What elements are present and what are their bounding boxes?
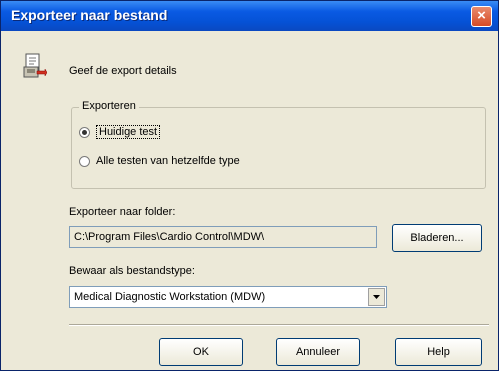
close-button[interactable]: × (471, 6, 492, 27)
folder-label: Exporteer naar folder: (69, 206, 176, 218)
ok-button[interactable]: OK (159, 338, 243, 366)
browse-button[interactable]: Bladeren... (392, 224, 482, 252)
export-document-icon (23, 53, 47, 78)
help-button[interactable]: Help (395, 338, 482, 366)
radio-label: Huidige test (96, 125, 161, 139)
filetype-selected-value: Medical Diagnostic Workstation (MDW) (74, 291, 266, 303)
chevron-down-icon[interactable] (368, 288, 385, 306)
export-group-legend: Exporteren (79, 100, 139, 112)
filetype-label: Bewaar als bestandstype: (69, 265, 195, 277)
export-dialog: Exporteer naar bestand × Geef de export … (0, 0, 499, 371)
cancel-button[interactable]: Annuleer (276, 338, 360, 366)
header-instruction: Geef de export details (69, 65, 177, 77)
folder-path-field[interactable]: C:\Program Files\Cardio Control\MDW\ (69, 226, 377, 248)
radio-button[interactable] (79, 126, 90, 138)
export-options-group (71, 107, 486, 189)
radio-current-test[interactable]: Huidige test (79, 125, 161, 139)
radio-label: Alle testen van hetzelfde type (96, 155, 240, 167)
radio-button[interactable] (79, 155, 90, 167)
window-title: Exporteer naar bestand (11, 7, 168, 23)
footer-separator (69, 324, 489, 326)
radio-all-tests[interactable]: Alle testen van hetzelfde type (79, 155, 240, 167)
title-bar[interactable]: Exporteer naar bestand × (1, 1, 498, 31)
close-icon: × (477, 7, 486, 24)
filetype-dropdown[interactable]: Medical Diagnostic Workstation (MDW) (69, 286, 387, 308)
